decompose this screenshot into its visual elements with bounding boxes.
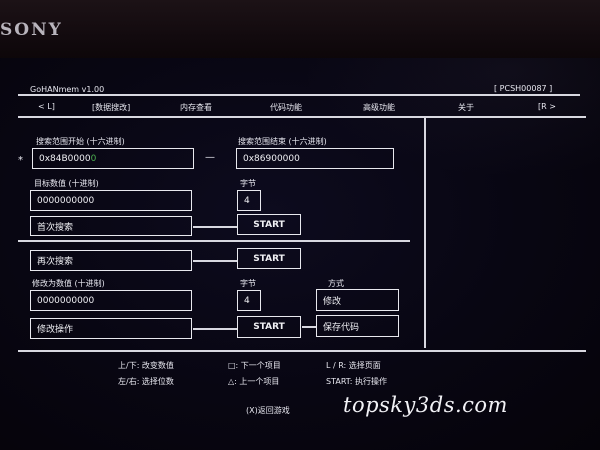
help-divider — [18, 350, 586, 352]
modify-mode-value: 修改 — [323, 296, 342, 307]
tab-code-function[interactable]: 代码功能 — [270, 102, 302, 113]
search-again-start-label: START — [253, 253, 285, 264]
target-value-field[interactable]: 0000000000 — [30, 190, 192, 211]
range-start-field[interactable]: 0x84B0000 0 — [32, 148, 194, 169]
first-search-start-button[interactable]: START — [237, 214, 301, 235]
modify-start-label: START — [253, 322, 285, 332]
help-lr: L / R: 选择页面 — [326, 361, 381, 370]
header-divider — [18, 94, 580, 96]
help-square: □: 下一个项目 — [228, 361, 281, 370]
modify-operation-button[interactable]: 修改操作 — [30, 318, 192, 339]
range-end-field[interactable]: 0x86900000 — [236, 148, 394, 169]
tab-advanced[interactable]: 高级功能 — [363, 102, 395, 113]
save-code-button[interactable]: 保存代码 — [316, 315, 399, 337]
search-byte-label: 字节 — [240, 179, 256, 188]
range-start-value: 0x84B0000 — [39, 153, 91, 164]
game-id: [ PCSH00087 ] — [494, 84, 553, 93]
back-to-game-hint[interactable]: (X)返回游戏 — [246, 405, 290, 416]
modify-operation-connector — [193, 328, 237, 330]
modify-byte-field[interactable]: 4 — [237, 290, 261, 311]
range-end-value: 0x86900000 — [243, 153, 300, 164]
modify-value-label: 修改为数值 (十进制) — [32, 279, 105, 288]
app-title: GoHANmem v1.00 — [30, 85, 105, 94]
tab-about[interactable]: 关于 — [458, 102, 474, 113]
modify-value-text: 0000000000 — [37, 295, 95, 306]
search-again-start-button[interactable]: START — [237, 248, 301, 269]
modify-byte-value: 4 — [244, 295, 250, 306]
range-dash: — — [205, 152, 215, 163]
tab-next-hint[interactable]: [R > — [538, 102, 556, 111]
device-bezel: SONY — [0, 0, 600, 62]
modify-start-button[interactable]: START — [237, 316, 301, 338]
help-updown: 上/下: 改变数值 — [118, 361, 174, 370]
tab-memory-view[interactable]: 内存查看 — [180, 102, 212, 113]
first-search-start-label: START — [253, 219, 285, 230]
search-again-button[interactable]: 再次搜索 — [30, 250, 192, 271]
help-leftright: 左/右: 选择位数 — [118, 377, 174, 386]
right-panel-divider — [424, 118, 426, 348]
first-search-label: 首次搜索 — [37, 222, 74, 233]
section-divider — [18, 240, 410, 242]
target-value-label: 目标数值 (十进制) — [34, 179, 99, 188]
target-value-text: 0000000000 — [37, 195, 95, 206]
tab-data-search[interactable]: [数据搜改] — [92, 102, 130, 113]
save-code-connector — [302, 326, 316, 328]
modify-mode-field[interactable]: 修改 — [316, 289, 399, 311]
range-end-label: 搜索范围结束 (十六进制) — [238, 137, 327, 146]
search-again-label: 再次搜索 — [37, 257, 74, 267]
watermark: topsky3ds.com — [343, 393, 508, 417]
help-triangle: △: 上一个项目 — [228, 377, 280, 386]
first-search-button[interactable]: 首次搜索 — [30, 216, 192, 236]
save-code-label: 保存代码 — [323, 322, 360, 333]
range-start-marker: * — [18, 155, 23, 166]
tab-prev-hint[interactable]: < L] — [38, 102, 55, 111]
first-search-connector — [193, 226, 237, 228]
modify-mode-label: 方式 — [328, 279, 344, 288]
help-start: START: 执行操作 — [326, 377, 388, 386]
app-screen: GoHANmem v1.00 [ PCSH00087 ] < L] [数据搜改]… — [0, 58, 600, 450]
modify-byte-label: 字节 — [240, 279, 256, 288]
search-again-connector — [193, 260, 237, 262]
range-start-label: 搜索范围开始 (十六进制) — [36, 137, 125, 146]
modify-operation-label: 修改操作 — [37, 325, 74, 335]
tabs-divider — [18, 116, 586, 118]
range-start-cursor: 0 — [90, 153, 97, 164]
search-byte-value: 4 — [244, 195, 250, 206]
device-brand-logo: SONY — [0, 20, 63, 40]
search-byte-field[interactable]: 4 — [237, 190, 261, 211]
modify-value-field[interactable]: 0000000000 — [30, 290, 192, 311]
